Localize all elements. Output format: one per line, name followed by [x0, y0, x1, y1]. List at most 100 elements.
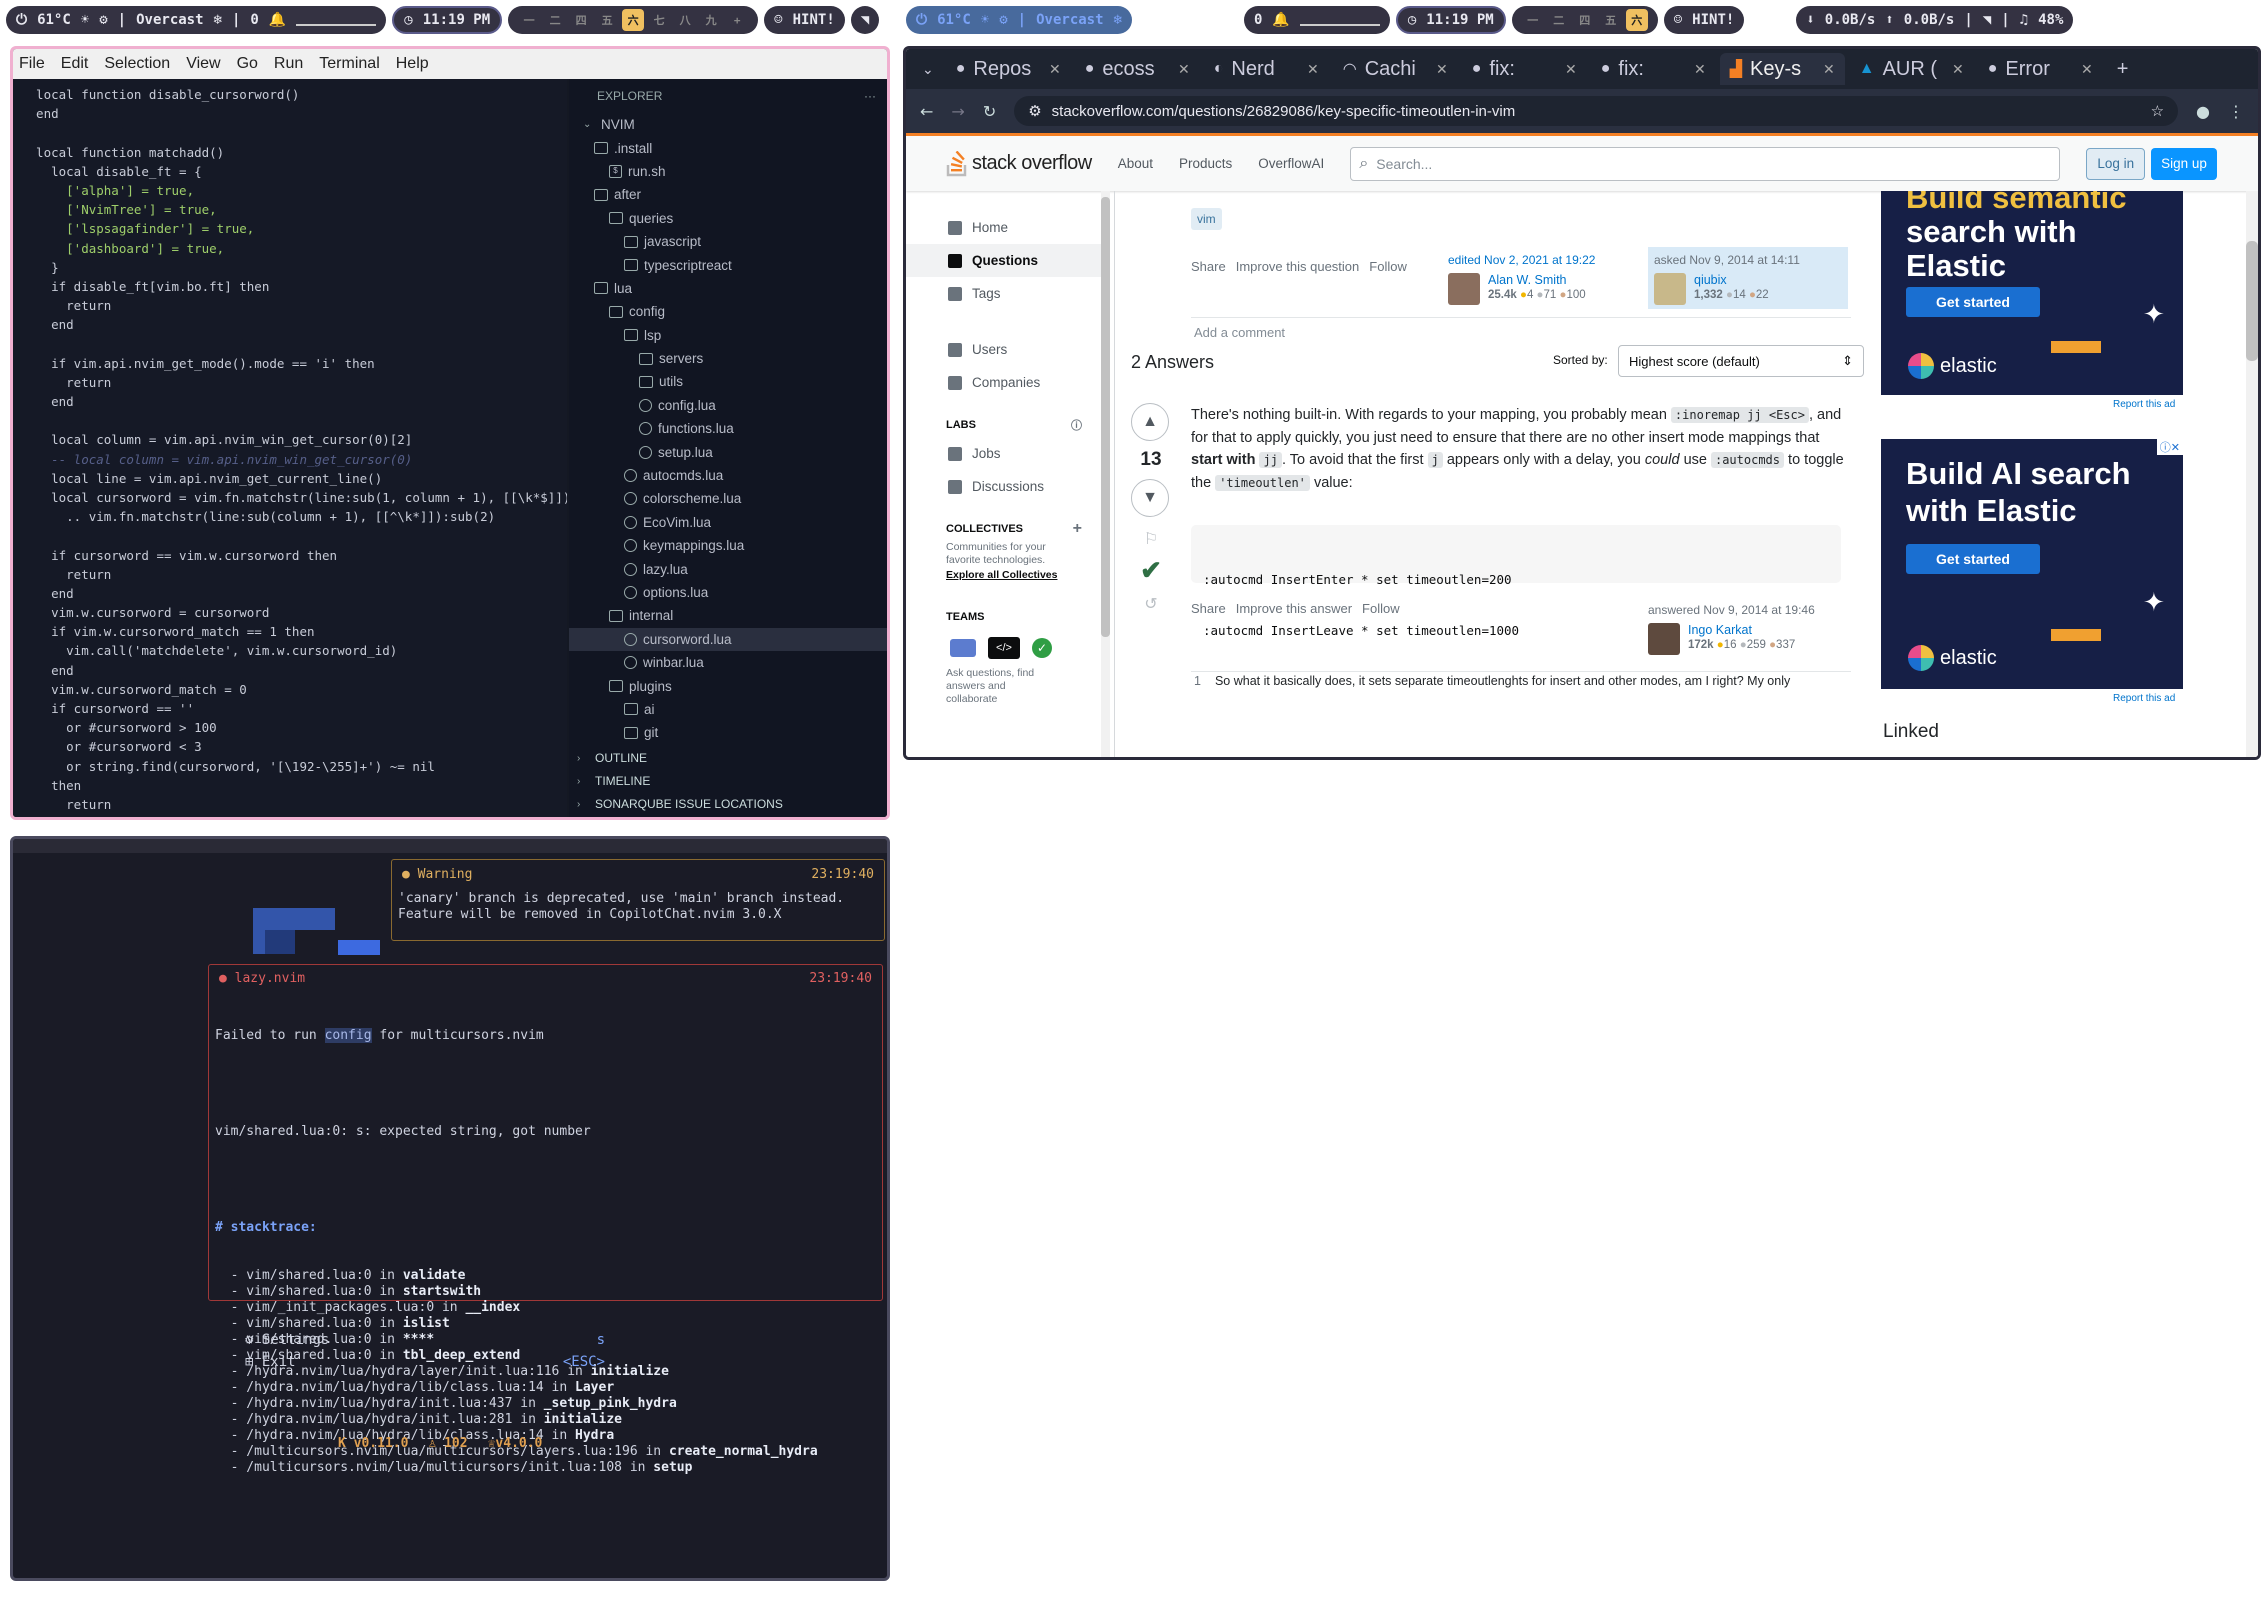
tree-folder[interactable]: utils [569, 370, 887, 393]
workspace-7[interactable]: 八 [674, 9, 696, 31]
bookmark-star-icon[interactable]: ☆ [2151, 102, 2164, 120]
workspace-3[interactable]: 四 [570, 9, 592, 31]
close-tab-icon[interactable]: ✕ [1952, 61, 1964, 78]
tree-file[interactable]: config.lua [569, 394, 887, 417]
browser-tab[interactable]: ● Repos ✕ [946, 53, 1071, 85]
tree-folder[interactable]: internal [569, 604, 887, 627]
menu-selection[interactable]: Selection [104, 55, 170, 73]
bell-icon[interactable]: 🔔 [1272, 12, 1289, 28]
sidebar-item-jobs[interactable]: Jobs [906, 437, 1104, 470]
edited-label[interactable]: edited Nov 2, 2021 at 19:22 [1448, 253, 1638, 267]
network-pill[interactable]: ⬇ 0.0B/s ⬆ 0.0B/s | ◥ | ♫ 48% [1796, 6, 2074, 34]
more-actions-icon[interactable]: ··· [864, 89, 876, 103]
browser-tab[interactable]: ▟ Key-s ✕ [1719, 53, 1845, 85]
close-tab-icon[interactable]: ✕ [2081, 61, 2093, 78]
close-tab-icon[interactable]: ✕ [1049, 61, 1061, 78]
tree-file[interactable]: cursorword.lua [569, 627, 887, 651]
menu-terminal[interactable]: Terminal [319, 55, 379, 73]
tree-folder[interactable]: after [569, 183, 887, 206]
workspace-4[interactable]: 五 [596, 9, 618, 31]
ad-elastic-semantic[interactable]: Build semantic search with Elastic Get s… [1881, 191, 2183, 395]
workspace-2[interactable]: 二 [1548, 9, 1570, 31]
new-tab-button[interactable]: + [2107, 58, 2139, 81]
share-answer-link[interactable]: Share [1191, 601, 1226, 616]
site-info-icon[interactable]: ⚙ [1028, 102, 1041, 120]
report-ad-link[interactable]: Report this ad [2113, 399, 2175, 410]
workspace-add[interactable]: + [726, 9, 748, 31]
plus-icon[interactable]: + [1073, 520, 1082, 538]
gear-icon[interactable]: ⚙ [999, 12, 1007, 28]
close-tab-icon[interactable]: ✕ [1565, 61, 1577, 78]
signup-button[interactable]: Sign up [2151, 147, 2217, 180]
nav-products[interactable]: Products [1179, 156, 1232, 171]
power-icon[interactable]: ⏻ [16, 12, 27, 28]
menu-run[interactable]: Run [274, 55, 303, 73]
close-tab-icon[interactable]: ✕ [1823, 61, 1835, 78]
tree-file[interactable]: colorscheme.lua [569, 487, 887, 510]
power-icon[interactable]: ⏻ [916, 12, 927, 28]
sort-select[interactable]: Highest score (default) ⇕ [1618, 345, 1864, 377]
menu-view[interactable]: View [186, 55, 220, 73]
login-button[interactable]: Log in [2086, 147, 2146, 180]
reload-icon[interactable]: ↻ [983, 102, 996, 121]
browser-tab[interactable]: ● fix: ✕ [1591, 53, 1716, 85]
browser-tab[interactable]: ● Error ✕ [1978, 53, 2103, 85]
menu-item-exit[interactable]: ⊞ Exit <ESC> [245, 1351, 605, 1373]
close-tab-icon[interactable]: ✕ [1178, 61, 1190, 78]
tree-folder[interactable]: .install [569, 136, 887, 159]
explorer-root[interactable]: ⌄ NVIM [569, 113, 887, 136]
report-ad-link[interactable]: Report this ad [2113, 693, 2175, 704]
tree-folder[interactable]: typescriptreact [569, 253, 887, 276]
workspace-5-active[interactable]: 六 [1625, 9, 1648, 31]
sidebar-item-tags[interactable]: Tags [906, 277, 1104, 310]
browser-tab[interactable]: ● fix: ✕ [1462, 53, 1587, 85]
add-comment-link[interactable]: Add a comment [1194, 325, 1285, 340]
browser-tab[interactable]: ▲ AUR (✕ [1849, 53, 1974, 85]
code-editor[interactable]: local function disable_cursorword() end … [13, 79, 567, 817]
menu-item-settings[interactable]: ⚙ Settings s [245, 1329, 605, 1351]
menu-file[interactable]: File [19, 55, 45, 73]
follow-answer-link[interactable]: Follow [1362, 601, 1400, 616]
clock-pill[interactable]: ◷ 11:19 PM [1395, 6, 1506, 34]
sidebar-scrollbar[interactable] [1101, 191, 1110, 757]
upvote-button[interactable]: ▲ [1131, 403, 1169, 441]
workspace-5-active[interactable]: 六 [622, 9, 645, 31]
wifi-pill[interactable]: ◥ [850, 6, 880, 34]
history-icon[interactable]: ↺ [1131, 594, 1171, 614]
search-input[interactable]: ⌕ Search... [1350, 146, 2061, 181]
hint-pill[interactable]: ☺ HINT! [1663, 6, 1745, 34]
menu-edit[interactable]: Edit [61, 55, 89, 73]
sidebar-item-users[interactable]: Users [906, 333, 1104, 366]
tree-file[interactable]: functions.lua [569, 417, 887, 440]
workspace-1[interactable]: 一 [518, 9, 540, 31]
share-question-link[interactable]: Share [1191, 259, 1226, 274]
follow-question-link[interactable]: Follow [1369, 259, 1407, 274]
improve-question-link[interactable]: Improve this question [1236, 259, 1360, 274]
workspace-3[interactable]: 四 [1574, 9, 1596, 31]
explore-collectives-link[interactable]: Explore all Collectives [906, 569, 1104, 581]
tag-vim[interactable]: vim [1191, 208, 1222, 230]
so-logo[interactable]: stack overflow [946, 150, 1092, 177]
gear-icon[interactable]: ⚙ [99, 12, 107, 28]
tree-folder[interactable]: ai [569, 698, 887, 721]
clock-pill[interactable]: ◷ 11:19 PM [392, 6, 503, 34]
sidebar-item-companies[interactable]: Companies [906, 366, 1104, 399]
tree-file[interactable]: options.lua [569, 581, 887, 604]
close-tab-icon[interactable]: ✕ [1436, 61, 1448, 78]
workspace-1[interactable]: 一 [1522, 9, 1544, 31]
answerer-name[interactable]: Ingo Karkat [1688, 623, 1795, 637]
browser-tab[interactable]: ◠ Cachi ✕ [1333, 53, 1458, 85]
workspace-6[interactable]: 七 [648, 9, 670, 31]
avatar[interactable] [1648, 623, 1680, 655]
tab-list-dropdown[interactable]: ⌄ [914, 61, 942, 78]
tree-folder[interactable]: lua [569, 277, 887, 300]
tree-file[interactable]: winbar.lua [569, 651, 887, 674]
tree-folder[interactable]: servers [569, 347, 887, 370]
hint-pill[interactable]: ☺ HINT! [764, 6, 845, 34]
nav-about[interactable]: About [1118, 156, 1153, 171]
bell-icon[interactable]: 🔔 [269, 12, 286, 28]
browser-tab[interactable]: ◐ Nerd ✕ [1204, 53, 1329, 85]
workspace-4[interactable]: 五 [1600, 9, 1622, 31]
workspace-2[interactable]: 二 [544, 9, 566, 31]
browser-menu-icon[interactable]: ⋮ [2228, 102, 2244, 121]
